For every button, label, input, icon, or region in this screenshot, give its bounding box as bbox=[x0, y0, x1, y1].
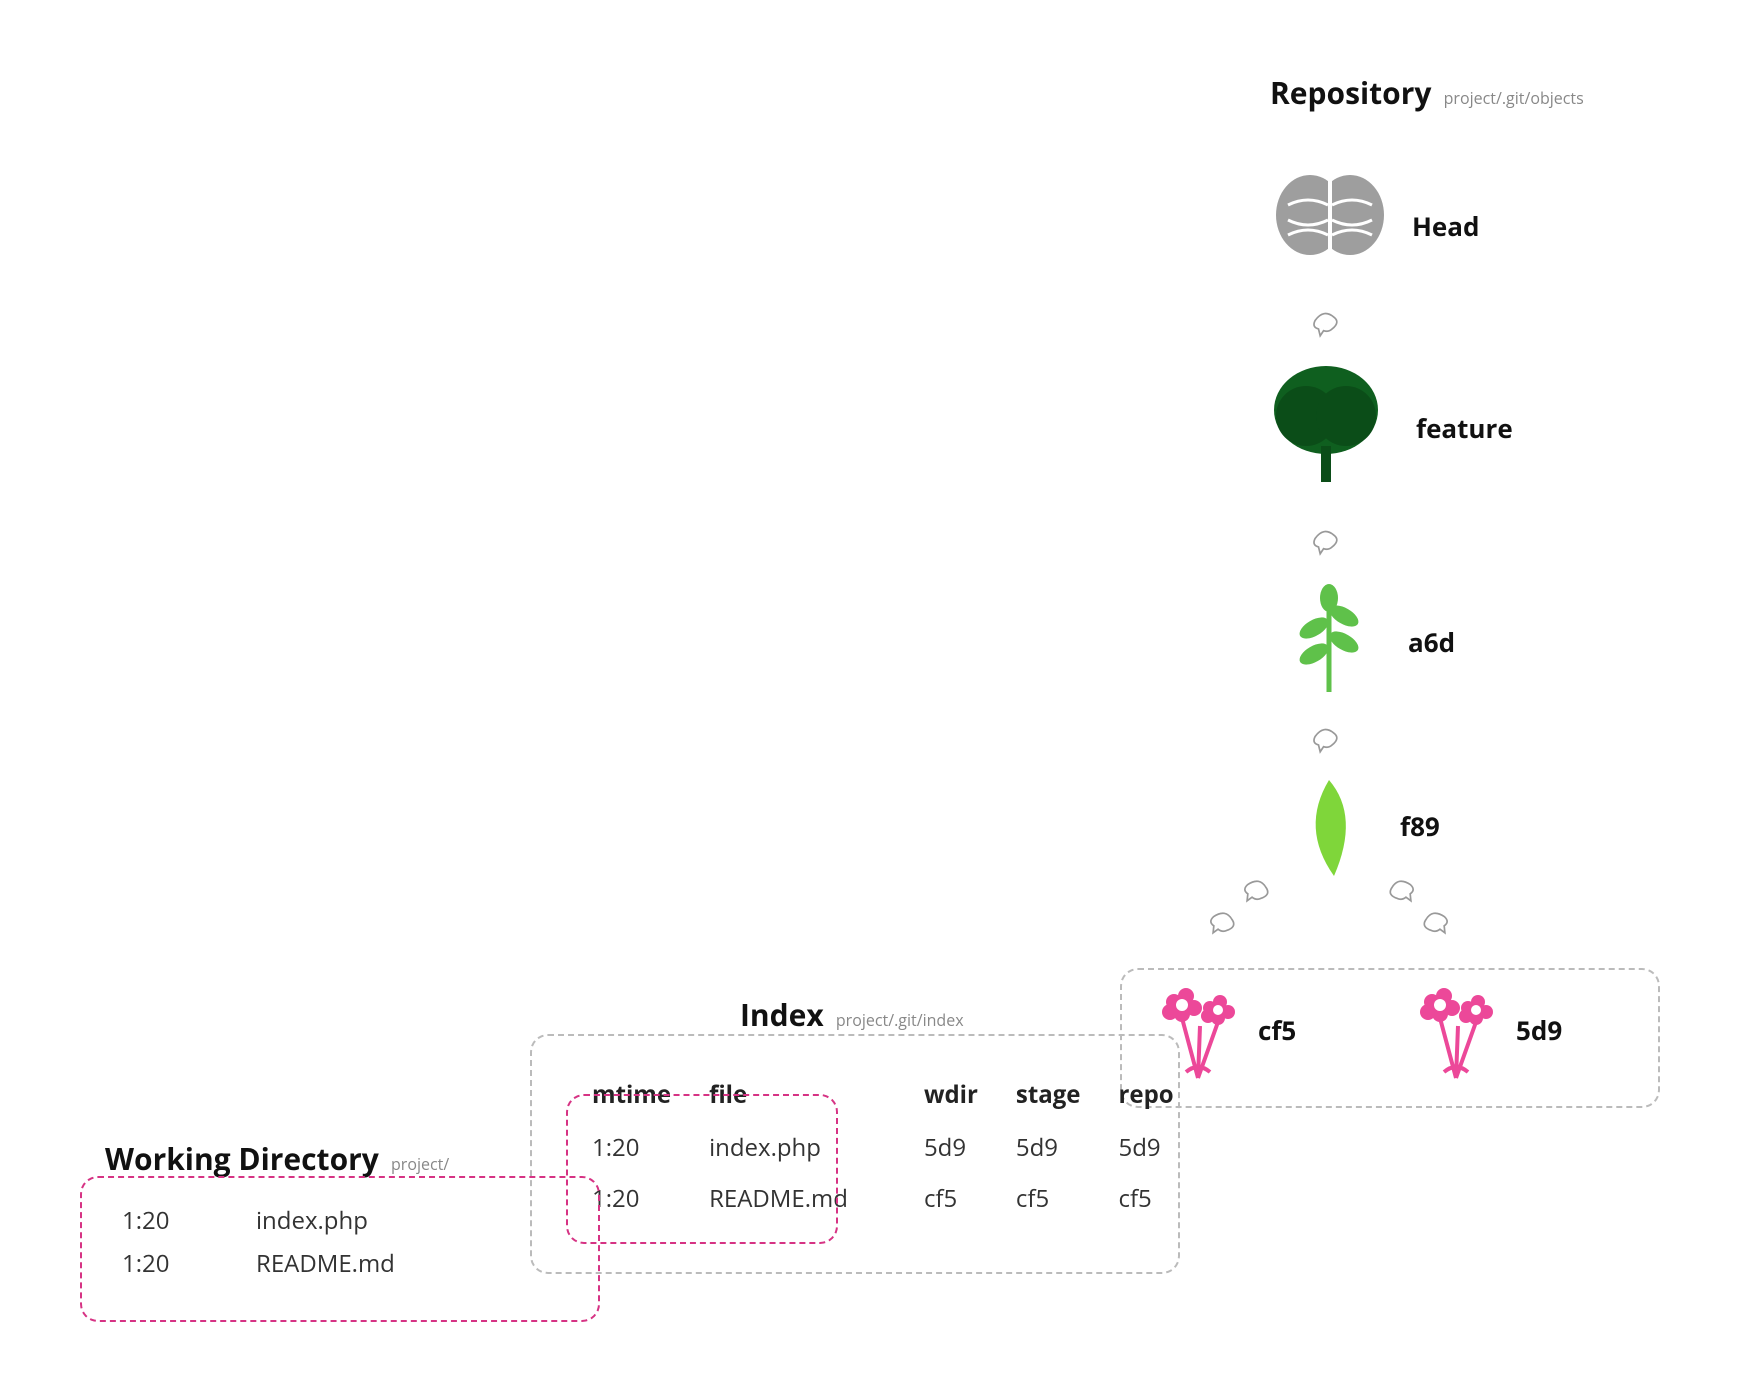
pointer-icon bbox=[1199, 898, 1247, 954]
index-cell: cf5 bbox=[1100, 1174, 1191, 1223]
index-col-repo: repo bbox=[1100, 1068, 1191, 1121]
blob-node-right bbox=[1406, 978, 1506, 1088]
index-cell: 5d9 bbox=[906, 1123, 996, 1172]
feature-label: feature bbox=[1416, 410, 1513, 446]
working-directory-path: project/ bbox=[391, 1153, 449, 1175]
index-path: project/.git/index bbox=[836, 1009, 964, 1031]
feature-branch-node bbox=[1266, 360, 1386, 490]
repository-heading: Repository project/.git/objects bbox=[1270, 72, 1584, 113]
wdir-mtime: 1:20 bbox=[122, 1247, 202, 1280]
index-col-wdir: wdir bbox=[906, 1068, 996, 1121]
flowers-icon bbox=[1406, 978, 1506, 1088]
pointer-icon bbox=[1411, 898, 1459, 954]
head-node bbox=[1270, 165, 1390, 265]
wdir-mtime: 1:20 bbox=[122, 1204, 202, 1237]
head-label: Head bbox=[1412, 208, 1479, 244]
wdir-file: index.php bbox=[256, 1204, 368, 1237]
working-directory-title: Working Directory bbox=[105, 1138, 379, 1179]
brain-icon bbox=[1270, 165, 1390, 265]
leaf-icon bbox=[1294, 776, 1364, 886]
index-cell: cf5 bbox=[906, 1174, 996, 1223]
wdir-file: README.md bbox=[256, 1247, 395, 1280]
index-cell: 5d9 bbox=[998, 1123, 1099, 1172]
pointer-icon bbox=[1310, 520, 1344, 567]
index-col-stage: stage bbox=[998, 1068, 1099, 1121]
pointer-icon bbox=[1310, 718, 1344, 765]
index-cell: 5d9 bbox=[1100, 1123, 1191, 1172]
blob-left-label: cf5 bbox=[1258, 1012, 1296, 1048]
index-mtime-file-highlight bbox=[566, 1094, 838, 1244]
tree-node bbox=[1294, 776, 1364, 886]
index-heading: Index project/.git/index bbox=[740, 994, 964, 1035]
repository-path: project/.git/objects bbox=[1444, 87, 1584, 109]
index-title: Index bbox=[740, 994, 824, 1035]
wdir-row: 1:20 index.php bbox=[122, 1204, 558, 1237]
sprout-icon bbox=[1284, 584, 1374, 694]
tree-dark-icon bbox=[1266, 360, 1386, 490]
blob-right-label: 5d9 bbox=[1516, 1012, 1562, 1048]
commit-node bbox=[1284, 584, 1374, 694]
commit-label: a6d bbox=[1408, 624, 1455, 660]
pointer-icon bbox=[1310, 302, 1344, 349]
wdir-row: 1:20 README.md bbox=[122, 1247, 558, 1280]
tree-label: f89 bbox=[1400, 808, 1440, 844]
index-cell: cf5 bbox=[998, 1174, 1099, 1223]
working-directory-heading: Working Directory project/ bbox=[105, 1138, 449, 1179]
repository-title: Repository bbox=[1270, 72, 1431, 113]
working-directory-box: 1:20 index.php 1:20 README.md bbox=[80, 1176, 600, 1322]
